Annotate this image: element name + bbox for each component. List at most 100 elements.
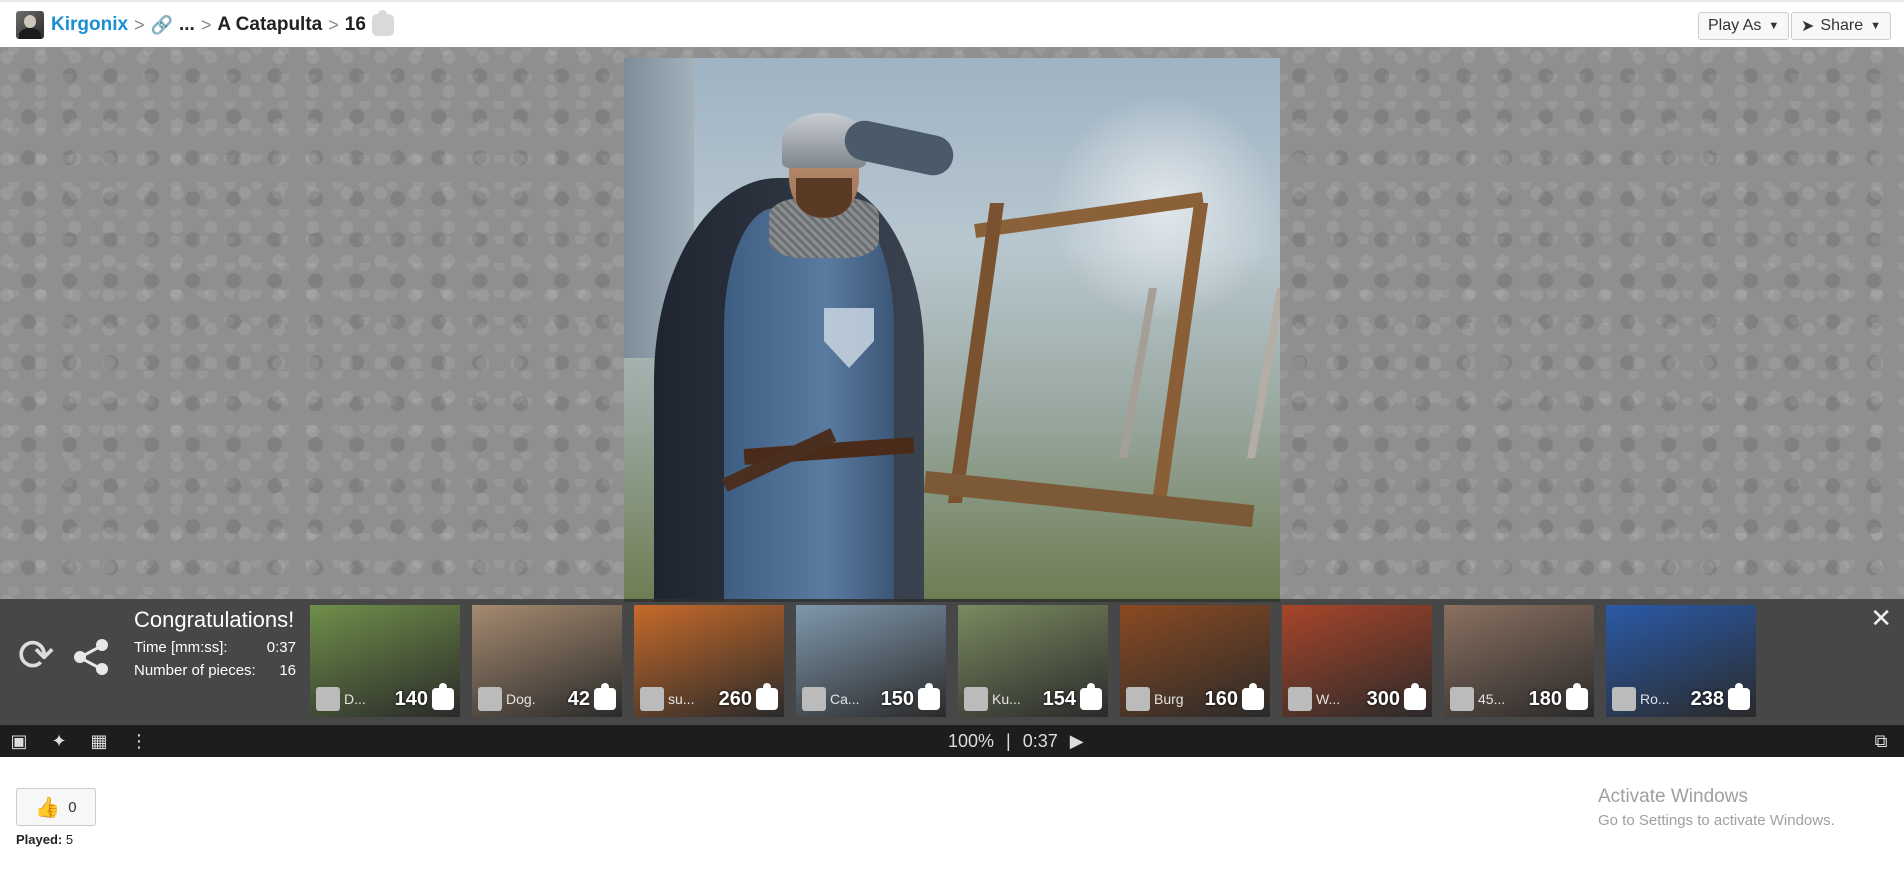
knight-beard <box>796 178 852 218</box>
thumb-author: Burger 5 <box>1154 691 1184 707</box>
puzzle-piece-icon <box>1566 683 1588 710</box>
grid-icon[interactable]: ▦ <box>88 731 110 751</box>
suggested-puzzle-thumb[interactable]: Ca... 150 <box>796 605 946 717</box>
puzzle-piece-icon <box>1242 683 1264 710</box>
author-avatar <box>316 687 340 711</box>
chevron-right-icon: > <box>200 14 212 35</box>
puzzle-piece-icon <box>1728 683 1750 710</box>
thumb-meta: su... 260 <box>640 683 778 711</box>
zoom-level[interactable]: 100% <box>948 731 994 752</box>
thumb-meta: 45... 180 <box>1450 683 1588 711</box>
thumb-author: 45... <box>1478 691 1506 707</box>
puzzle-piece-icon <box>756 683 778 710</box>
pieces-label: Number of pieces: <box>134 662 256 679</box>
breadcrumb-puzzle-title[interactable]: A Catapulta <box>217 14 322 36</box>
pieces-value: 16 <box>279 662 296 679</box>
thumb-pieces: 160 <box>1204 687 1238 710</box>
share-network-icon[interactable] <box>72 637 112 677</box>
play-icon[interactable]: ▶ <box>1070 731 1084 752</box>
zoom-timer: 100% | 0:37 ▶ <box>948 731 1084 752</box>
suggested-puzzles: D... 140 Dog... 42 su... 260 Ca... 150 Ku... 154 B… <box>310 605 1756 717</box>
thumb-author: Ro... <box>1640 691 1670 707</box>
author-avatar <box>1288 687 1312 711</box>
suggested-puzzle-thumb[interactable]: su... 260 <box>634 605 784 717</box>
thumb-pieces: 154 <box>1042 687 1076 710</box>
thumb-meta: Ro... 238 <box>1612 683 1750 711</box>
puzzle-piece-icon <box>371 10 394 36</box>
time-value: 0:37 <box>266 639 296 656</box>
suggested-puzzle-thumb[interactable]: D... 140 <box>310 605 460 717</box>
thumb-author: Ku... <box>992 691 1021 707</box>
play-as-button[interactable]: Play As ▼ <box>1698 12 1790 40</box>
suggested-puzzle-thumb[interactable]: Ro... 238 <box>1606 605 1756 717</box>
suggested-puzzle-thumb[interactable]: Burger 5 160 <box>1120 605 1270 717</box>
thumb-author: Ca... <box>830 691 860 707</box>
puzzle-board[interactable] <box>0 47 1904 602</box>
suggested-puzzle-thumb[interactable]: W... 300 <box>1282 605 1432 717</box>
completion-panel: ⟳ Congratulations! Time [mm:ss]: 0:37 Nu… <box>0 599 1904 725</box>
suggested-puzzle-thumb[interactable]: Ku... 154 <box>958 605 1108 717</box>
breadcrumb-pieces[interactable]: 16 <box>345 14 366 36</box>
time-label: Time [mm:ss]: <box>134 639 228 656</box>
puzzle-piece-icon <box>1404 683 1426 710</box>
breadcrumb: Kirgonix > 🔗 ... > A Catapulta > 16 <box>16 10 394 40</box>
breadcrumb-ellipsis[interactable]: ... <box>179 14 195 36</box>
puzzle-piece-icon <box>594 683 616 710</box>
played-count: Played: 5 <box>16 832 73 847</box>
share-button[interactable]: ➤ Share ▼ <box>1791 12 1891 40</box>
thumb-author: su... <box>668 691 695 707</box>
thumb-pieces: 150 <box>880 687 914 710</box>
author-avatar <box>1612 687 1636 711</box>
author-avatar <box>964 687 988 711</box>
fullscreen-icon[interactable]: ⧉ <box>1870 731 1892 751</box>
thumb-meta: Dog... 42 <box>478 683 616 711</box>
author-avatar <box>1126 687 1150 711</box>
author-avatar <box>640 687 664 711</box>
thumb-pieces: 300 <box>1366 687 1400 710</box>
refresh-icon[interactable]: ⟳ <box>16 634 56 678</box>
top-bar: Kirgonix > 🔗 ... > A Catapulta > 16 Play… <box>0 0 1904 47</box>
thumb-meta: D... 140 <box>316 683 454 711</box>
activate-windows-watermark: Activate Windows Go to Settings to activ… <box>1598 786 1835 829</box>
thumb-pieces: 180 <box>1528 687 1562 710</box>
caret-down-icon: ▼ <box>1870 20 1881 32</box>
timer: 0:37 <box>1022 731 1058 751</box>
ghost-image-icon[interactable]: ✦ <box>48 731 70 751</box>
status-bar: ▣ ✦ ▦ ⋮ 100% | 0:37 ▶ ⧉ <box>0 725 1904 757</box>
catapult-frame <box>947 203 1209 503</box>
like-count: 0 <box>68 798 77 816</box>
user-avatar[interactable] <box>16 11 44 39</box>
image-preview-icon[interactable]: ▣ <box>8 731 30 751</box>
share-icon: ➤ <box>1801 18 1815 35</box>
watermark-subtitle: Go to Settings to activate Windows. <box>1598 812 1835 829</box>
played-value: 5 <box>65 832 74 847</box>
chevron-right-icon: > <box>328 14 339 35</box>
share-label: Share <box>1820 17 1864 34</box>
like-button[interactable]: 👍 0 <box>16 788 96 826</box>
author-avatar <box>802 687 826 711</box>
breadcrumb-user-link[interactable]: Kirgonix <box>51 14 128 36</box>
suggested-puzzle-thumb[interactable]: Dog... 42 <box>472 605 622 717</box>
played-label: Played: <box>16 832 63 847</box>
congrats-title: Congratulations! <box>134 607 295 632</box>
caret-down-icon: ▼ <box>1768 20 1780 32</box>
divider: | <box>1006 731 1011 751</box>
author-avatar <box>1450 687 1474 711</box>
thumb-pieces: 238 <box>1690 687 1724 710</box>
more-vertical-icon[interactable]: ⋮ <box>128 731 150 751</box>
thumb-meta: Ku... 154 <box>964 683 1102 711</box>
thumb-meta: W... 300 <box>1288 683 1426 711</box>
author-avatar <box>478 687 502 711</box>
congrats-block: Congratulations! Time [mm:ss]: 0:37 Numb… <box>134 607 296 679</box>
time-stat: Time [mm:ss]: 0:37 <box>134 639 296 656</box>
thumb-meta: Burger 5 160 <box>1126 683 1264 711</box>
completed-puzzle-image <box>624 58 1280 602</box>
close-icon[interactable]: ✕ <box>1870 603 1892 634</box>
knight-tabard <box>724 208 894 602</box>
thumb-pieces: 260 <box>718 687 752 710</box>
thumb-author: W... <box>1316 691 1341 707</box>
chevron-right-icon: > <box>134 14 145 35</box>
thumb-author: Dog... <box>506 691 536 707</box>
link-icon[interactable]: 🔗 <box>151 15 173 36</box>
suggested-puzzle-thumb[interactable]: 45... 180 <box>1444 605 1594 717</box>
